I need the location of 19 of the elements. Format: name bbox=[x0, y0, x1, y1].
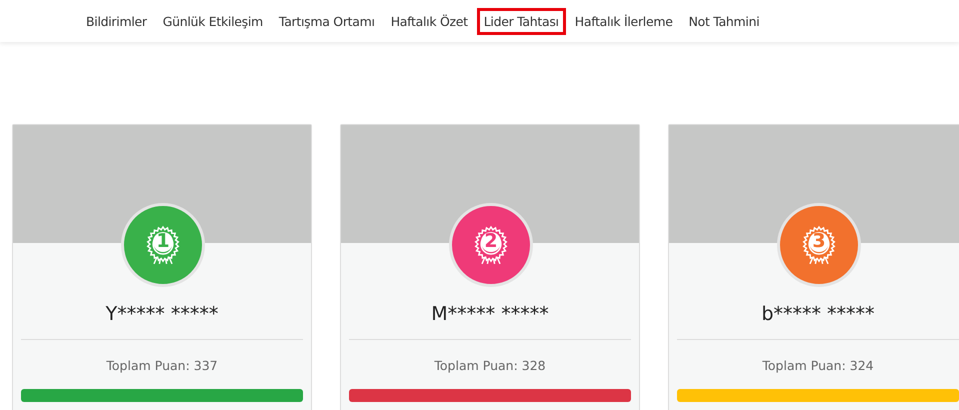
nav-tab[interactable]: Tartışma Ortamı bbox=[272, 8, 382, 34]
total-score: Toplam Puan: 337 bbox=[105, 358, 219, 373]
leader-name: M***** ***** bbox=[430, 303, 550, 325]
leader-name: Y***** ***** bbox=[104, 303, 220, 325]
nav-tab[interactable]: Haftalık Özet bbox=[384, 8, 475, 34]
total-score: Toplam Puan: 324 bbox=[761, 358, 875, 373]
rosette-icon bbox=[145, 225, 181, 265]
leader-name: b***** ***** bbox=[760, 303, 876, 325]
rosette-icon bbox=[473, 225, 509, 265]
rank-number: 3 bbox=[809, 232, 829, 252]
nav-tab[interactable]: Lider Tahtası bbox=[476, 8, 566, 34]
rank-number: 2 bbox=[481, 232, 501, 252]
nav-tab[interactable]: Haftalık İlerleme bbox=[568, 8, 680, 34]
rosette-icon bbox=[801, 225, 837, 265]
nav-tab[interactable]: Günlük Etkileşim bbox=[156, 8, 270, 34]
nav-tab[interactable]: Bildirimler bbox=[79, 8, 154, 34]
nav-tab[interactable]: Not Tahmini bbox=[682, 8, 766, 34]
rank-number: 1 bbox=[153, 232, 173, 252]
total-score: Toplam Puan: 328 bbox=[433, 358, 547, 373]
